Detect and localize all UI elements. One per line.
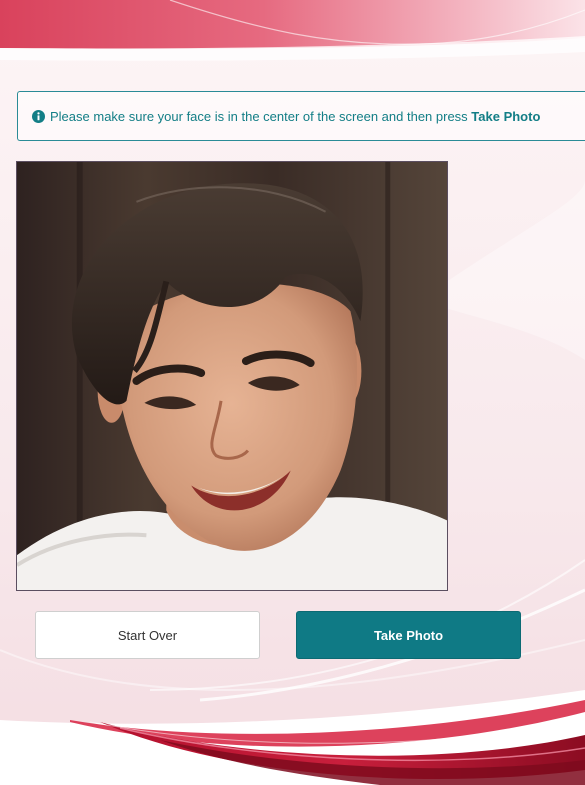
start-over-button[interactable]: Start Over [35,611,260,659]
instruction-text-emphasis: Take Photo [471,108,541,124]
face-photo [17,162,447,590]
camera-preview [16,161,448,591]
info-circle-icon [32,109,45,123]
instruction-text-main: Please make sure your face is in the cen… [50,108,472,124]
take-photo-label: Take Photo [373,627,444,643]
start-over-label: Start Over [117,627,178,643]
instruction-banner: Please make sure your face is in the cen… [17,91,585,141]
instruction-text: Please make sure your face is in the cen… [50,109,540,124]
take-photo-button[interactable]: Take Photo [296,611,521,659]
